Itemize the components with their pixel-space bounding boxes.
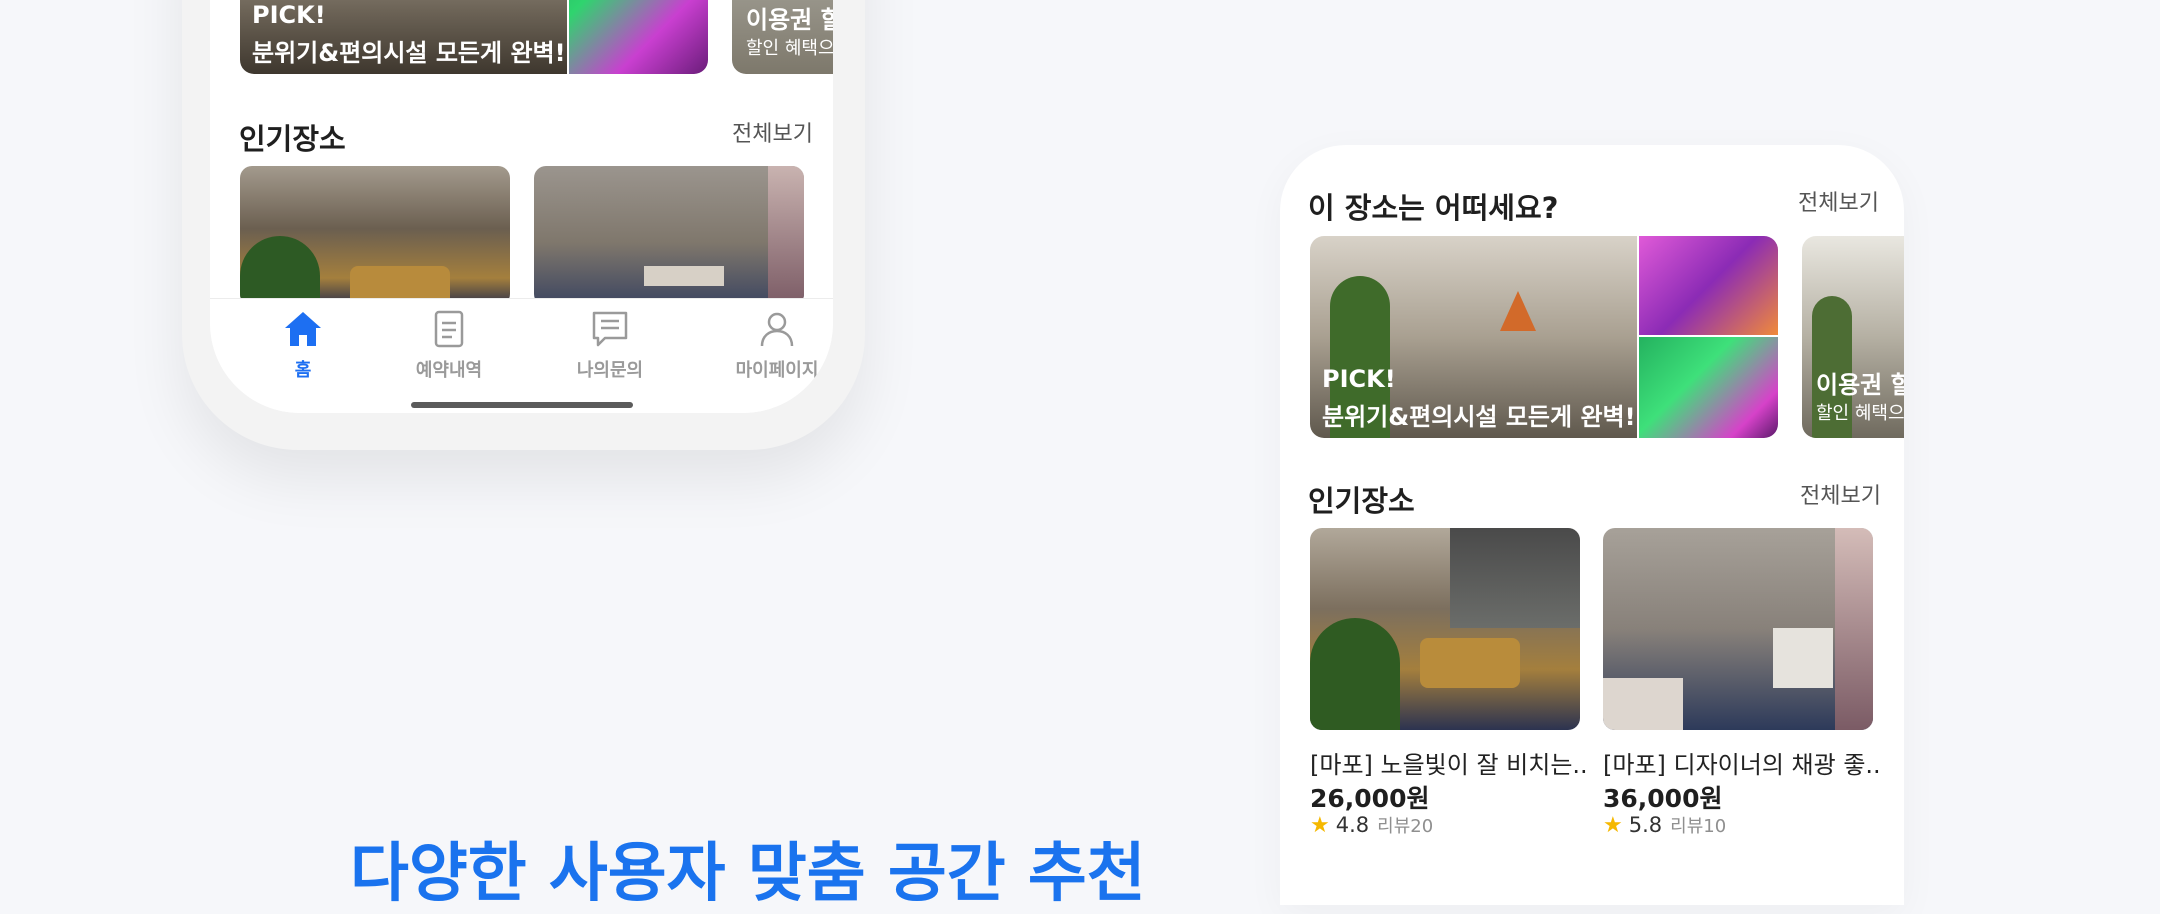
star-icon: ★ [1603, 813, 1623, 838]
document-icon [433, 310, 465, 352]
tab-label: 나의문의 [576, 360, 644, 381]
rating-value: 5.8 [1628, 813, 1663, 837]
place-photo[interactable] [534, 166, 804, 306]
popular-see-all-link[interactable]: 전체보기 [1800, 478, 1881, 510]
tab-home[interactable]: 홈 [248, 310, 358, 382]
home-indicator [411, 402, 633, 408]
tab-label: 홈 [294, 360, 312, 381]
pick-card-line2: 분위기&편의시설 모든게 완벽! [252, 39, 566, 67]
place-photo[interactable] [240, 166, 510, 306]
place-title[interactable]: [마포] 노을빛이 잘 비치는.. [1310, 745, 1588, 780]
left-phone-screen: PICK! 분위기&편의시설 모든게 완벽! 이용권 할 할인 혜택으 인기장소… [210, 0, 833, 413]
tab-label: 마이페이지 [735, 360, 819, 381]
tab-label: 예약내역 [415, 360, 483, 381]
place-title[interactable]: [마포] 디자이너의 채광 좋.. [1603, 745, 1881, 780]
right-phone-mockup: 이 장소는 어떠세요? 전체보기 PICK! 분위기&편의시설 모든게 완벽! … [1280, 145, 1904, 905]
place-photo[interactable] [1310, 528, 1580, 730]
popular-section-title: 인기장소 [1308, 484, 1415, 518]
rating-value: 4.8 [1335, 813, 1370, 837]
tab-inquiries[interactable]: 나의문의 [555, 310, 665, 382]
voucher-card-line2: 할인 혜택으 [746, 38, 833, 59]
popular-see-all-link[interactable]: 전체보기 [732, 116, 813, 148]
pick-card-line1: PICK! [252, 1, 326, 29]
left-phone-mockup: PICK! 분위기&편의시설 모든게 완벽! 이용권 할 할인 혜택으 인기장소… [182, 0, 865, 450]
tab-reservations[interactable]: 예약내역 [394, 310, 504, 382]
tab-mypage[interactable]: 마이페이지 [722, 310, 832, 382]
voucher-card[interactable]: 이용권 할 할인 혜택으 [1802, 236, 1904, 438]
pick-card-line1: PICK! [1322, 365, 1396, 393]
popular-section-title: 인기장소 [239, 122, 346, 156]
pick-card[interactable]: PICK! 분위기&편의시설 모든게 완벽! [240, 0, 708, 74]
pick-card[interactable]: PICK! 분위기&편의시설 모든게 완벽! [1310, 236, 1778, 438]
voucher-card-line1: 이용권 할 [746, 6, 833, 34]
recommend-section-title: 이 장소는 어떠세요? [1308, 191, 1559, 225]
review-count: 리뷰10 [1670, 816, 1727, 837]
review-count: 리뷰20 [1377, 816, 1434, 837]
place-rating: ★ 4.8 리뷰20 [1310, 812, 1433, 838]
star-icon: ★ [1310, 813, 1330, 838]
home-icon [283, 312, 323, 352]
place-price: 36,000원 [1603, 784, 1723, 813]
chat-icon [591, 311, 629, 352]
voucher-card-line2: 할인 혜택으 [1816, 403, 1904, 424]
pick-card-line2: 분위기&편의시설 모든게 완벽! [1322, 403, 1636, 431]
promo-tagline: 다양한 사용자 맞춤 공간 추천 [350, 837, 1146, 911]
place-rating: ★ 5.8 리뷰10 [1603, 812, 1726, 838]
voucher-card-line1: 이용권 할 [1816, 371, 1904, 399]
place-price: 26,000원 [1310, 784, 1430, 813]
voucher-card[interactable]: 이용권 할 할인 혜택으 [732, 0, 833, 74]
place-photo[interactable] [1603, 528, 1873, 730]
recommend-see-all-link[interactable]: 전체보기 [1798, 185, 1879, 217]
person-icon [758, 312, 796, 352]
